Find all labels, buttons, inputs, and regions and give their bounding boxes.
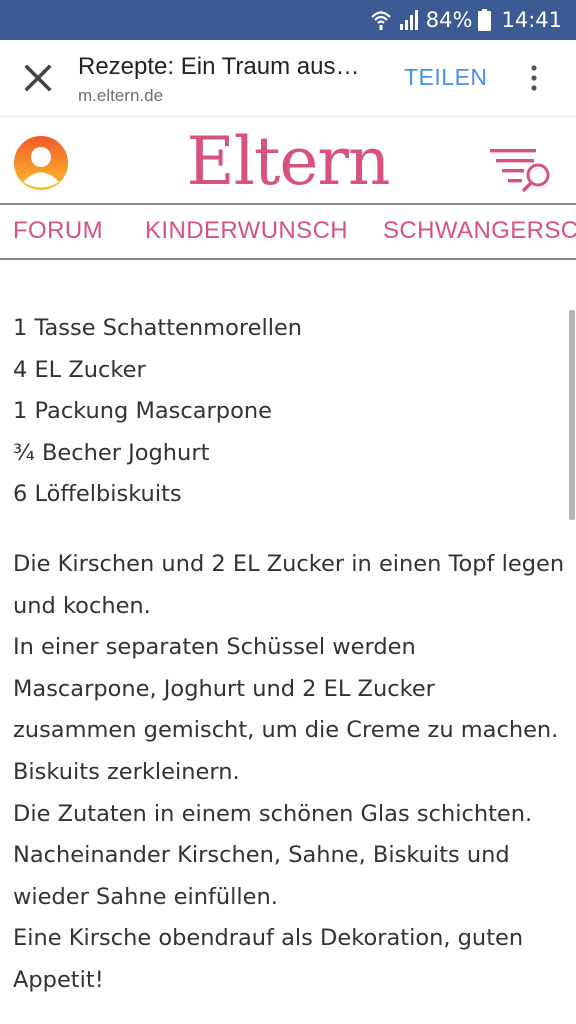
recipe-content: 1 Tasse Schattenmorellen 4 EL Zucker 1 P…: [13, 308, 573, 1002]
site-header: Eltern: [0, 117, 576, 203]
share-button[interactable]: TEILEN: [404, 64, 488, 91]
step-line: Biskuits zerkleinern.: [13, 758, 240, 785]
battery-icon: [478, 9, 492, 31]
browser-toolbar: Rezepte: Ein Traum aus… m.eltern.de TEIL…: [0, 40, 576, 117]
signal-icon: [399, 10, 418, 30]
ingredient-item: 1 Packung Mascarpone: [13, 398, 272, 425]
step-line: wieder Sahne einfüllen.: [13, 883, 278, 910]
ingredient-item: 4 EL Zucker: [13, 356, 146, 383]
battery-percent: 84%: [425, 8, 473, 32]
nav-item-kinderwunsch[interactable]: KINDERWUNSCH: [145, 217, 348, 245]
step-line: Mascarpone, Joghurt und 2 EL Zucker: [13, 675, 435, 702]
step-line: und kochen.: [13, 592, 151, 619]
step-line: Appetit!: [13, 966, 104, 993]
step-line: Eine Kirsche obendrauf als Dekoration, g…: [13, 925, 524, 952]
ingredient-list: 1 Tasse Schattenmorellen 4 EL Zucker 1 P…: [13, 308, 573, 516]
ingredient-item: 6 Löffelbiskuits: [13, 481, 182, 508]
preparation-steps: Die Kirschen und 2 EL Zucker in einen To…: [13, 544, 573, 1002]
step-line: Die Zutaten in einem schönen Glas schich…: [13, 800, 533, 827]
wifi-calling-icon: [371, 11, 391, 30]
ingredient-item: ¾ Becher Joghurt: [13, 439, 210, 466]
nav-item-forum[interactable]: FORUM: [13, 217, 103, 245]
nav-item-schwangerschaft[interactable]: SCHWANGERSCHAFT: [383, 217, 576, 245]
filter-search-icon[interactable]: [488, 145, 556, 193]
scrollbar[interactable]: [569, 310, 575, 520]
page-url: m.eltern.de: [78, 86, 164, 105]
category-nav: FORUM KINDERWUNSCH SCHWANGERSCHAFT: [0, 203, 576, 260]
step-line: In einer separaten Schüssel werden: [13, 634, 416, 661]
status-bar: 84% 14:41: [0, 0, 576, 40]
step-line: Nacheinander Kirschen, Sahne, Biskuits u…: [13, 842, 510, 869]
step-line: Die Kirschen und 2 EL Zucker in einen To…: [13, 550, 565, 577]
step-line: zusammen gemischt, um die Creme zu mache…: [13, 717, 559, 744]
more-menu-icon[interactable]: [527, 64, 541, 96]
page-title: Rezepte: Ein Traum aus…: [78, 53, 360, 80]
clock: 14:41: [501, 8, 562, 32]
ingredient-item: 1 Tasse Schattenmorellen: [13, 315, 303, 341]
close-icon[interactable]: [22, 62, 54, 94]
